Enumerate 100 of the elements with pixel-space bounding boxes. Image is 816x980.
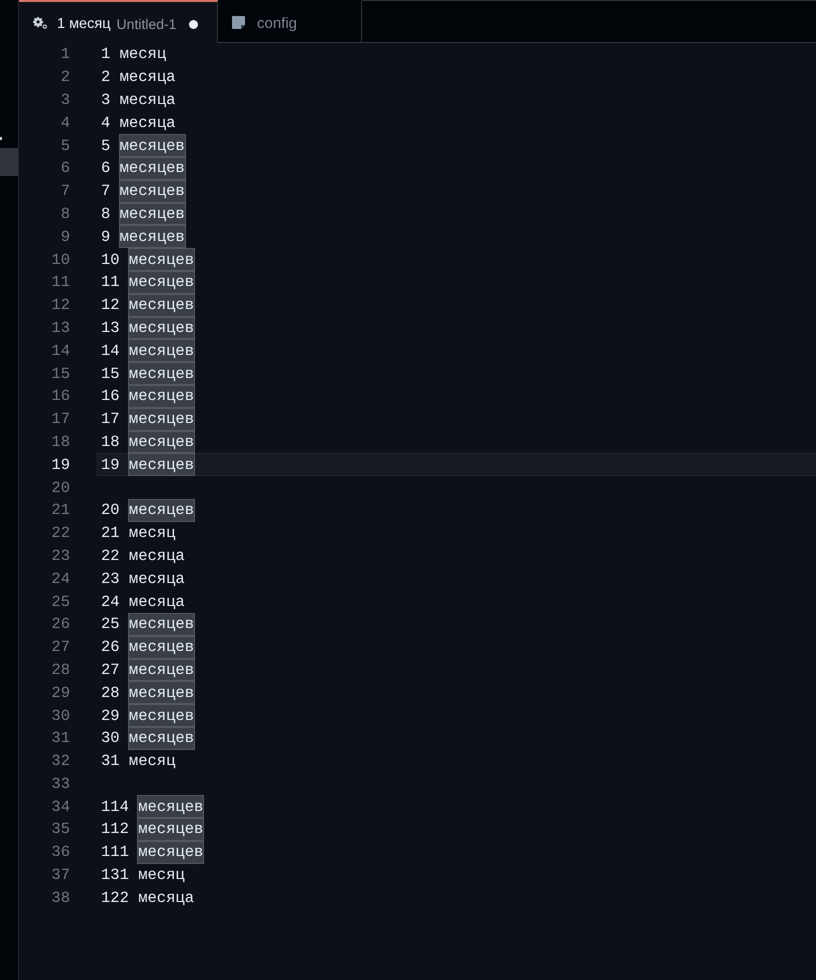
code-text: 26 xyxy=(101,638,120,656)
code-text: месяца xyxy=(128,546,186,567)
line-number: 27 xyxy=(50,638,70,656)
code-text: месяца xyxy=(118,112,176,134)
highlighted-word: месяцев xyxy=(118,134,186,157)
highlighted-word: месяцев xyxy=(128,384,196,408)
line-number: 25 xyxy=(50,592,70,611)
line-number: 13 xyxy=(50,318,70,337)
line-number: 28 xyxy=(50,660,70,679)
line-number: 24 xyxy=(50,570,70,588)
highlighted-word: месяцев xyxy=(128,294,196,317)
code-text: 20 xyxy=(101,501,120,520)
line-number: 36 xyxy=(50,843,70,862)
code-text: 2 xyxy=(101,68,110,86)
line-number: 37 xyxy=(50,866,70,884)
code-text: 11 xyxy=(101,273,120,292)
line-number: 8 xyxy=(60,204,70,223)
line-number: 10 xyxy=(50,250,70,269)
code-text: месяца xyxy=(128,592,186,613)
line-number: 15 xyxy=(50,364,70,383)
line-number: 5 xyxy=(60,136,70,155)
highlighted-word: месяцев xyxy=(128,316,196,340)
highlighted-word: месяцев xyxy=(128,362,196,385)
code-text: 24 xyxy=(101,592,120,611)
line-number: 19 xyxy=(50,456,70,474)
code-text: 27 xyxy=(101,660,120,679)
line-number: 26 xyxy=(50,615,70,634)
code-text: 5 xyxy=(101,136,110,155)
tab-description: Untitled-1 xyxy=(116,16,176,32)
editor-tab[interactable]: 1 месяц Untitled-1 xyxy=(19,0,218,43)
highlighted-word: месяцев xyxy=(128,704,196,727)
line-number: 23 xyxy=(50,546,70,565)
code-text: месяц xyxy=(118,44,168,66)
code-text: 17 xyxy=(101,410,120,428)
code-text: 29 xyxy=(101,706,120,724)
editor-tab[interactable]: config xyxy=(218,0,362,43)
highlighted-word: месяцев xyxy=(128,681,196,704)
highlighted-word: месяцев xyxy=(128,453,196,476)
line-number: 31 xyxy=(50,729,70,748)
highlighted-word: месяцев xyxy=(128,658,196,682)
highlighted-word: месяцев xyxy=(118,225,186,248)
code-text: месяца xyxy=(118,90,176,111)
code-text: 111 xyxy=(101,843,129,862)
code-text: 4 xyxy=(101,114,110,132)
highlighted-word: месяцев xyxy=(128,612,196,636)
code-text: 3 xyxy=(101,90,110,109)
highlighted-word: месяцев xyxy=(128,498,196,522)
line-number: 29 xyxy=(50,684,70,702)
highlighted-word: месяцев xyxy=(128,408,196,431)
line-number: 14 xyxy=(50,342,70,360)
line-number: 16 xyxy=(50,387,70,406)
highlighted-word: месяцев xyxy=(128,270,196,294)
line-number: 17 xyxy=(50,410,70,428)
highlighted-word: месяцев xyxy=(137,840,204,864)
code-text: 28 xyxy=(101,684,120,702)
code-text: 14 xyxy=(101,342,120,360)
code-text: месяц xyxy=(128,751,176,772)
line-number: 9 xyxy=(60,228,70,246)
line-number: 22 xyxy=(50,524,70,542)
tab-label: 1 месяц xyxy=(57,16,111,32)
line-number: 38 xyxy=(50,888,70,907)
code-text: 16 xyxy=(101,387,120,406)
line-number: 18 xyxy=(50,432,70,451)
code-text: 15 xyxy=(101,364,120,383)
highlighted-word: месяцев xyxy=(118,156,186,180)
highlighted-word: месяцев xyxy=(137,795,204,818)
code-text: 31 xyxy=(101,752,120,770)
line-number: 12 xyxy=(50,296,70,314)
note-icon xyxy=(232,16,245,28)
code-text: 30 xyxy=(101,729,120,748)
tab-label: config xyxy=(257,15,298,32)
code-text: 10 xyxy=(101,250,120,269)
line-number: 34 xyxy=(50,798,70,816)
code-text: месяца xyxy=(128,568,186,590)
code-text: 25 xyxy=(101,615,120,634)
code-text: месяц xyxy=(128,523,176,544)
line-number: 35 xyxy=(50,820,70,838)
line-number: 33 xyxy=(50,774,70,793)
code-text: 19 xyxy=(101,456,120,474)
highlighted-word: месяцев xyxy=(118,180,186,203)
highlighted-word: месяцев xyxy=(118,202,186,226)
line-number: 2 xyxy=(60,68,70,86)
code-text: 122 xyxy=(101,888,129,907)
highlighted-word: месяцев xyxy=(128,726,196,750)
line-number: 30 xyxy=(50,706,70,724)
code-text: 13 xyxy=(101,318,120,337)
code-text: месяца xyxy=(137,888,196,909)
highlighted-word: месяцев xyxy=(128,339,196,362)
code-text: 6 xyxy=(101,159,110,178)
line-number: 3 xyxy=(60,90,70,109)
line-number: 6 xyxy=(60,159,70,178)
highlighted-word: месяцев xyxy=(128,636,196,659)
code-text: 131 xyxy=(101,866,129,884)
line-number: 11 xyxy=(50,273,70,292)
highlighted-word: месяцев xyxy=(137,818,204,841)
line-number: 20 xyxy=(50,478,70,497)
line-number: 32 xyxy=(50,752,70,770)
line-number: 21 xyxy=(50,501,70,520)
sidebar-item-highlight[interactable] xyxy=(0,148,18,176)
code-text: месяца xyxy=(118,67,176,88)
